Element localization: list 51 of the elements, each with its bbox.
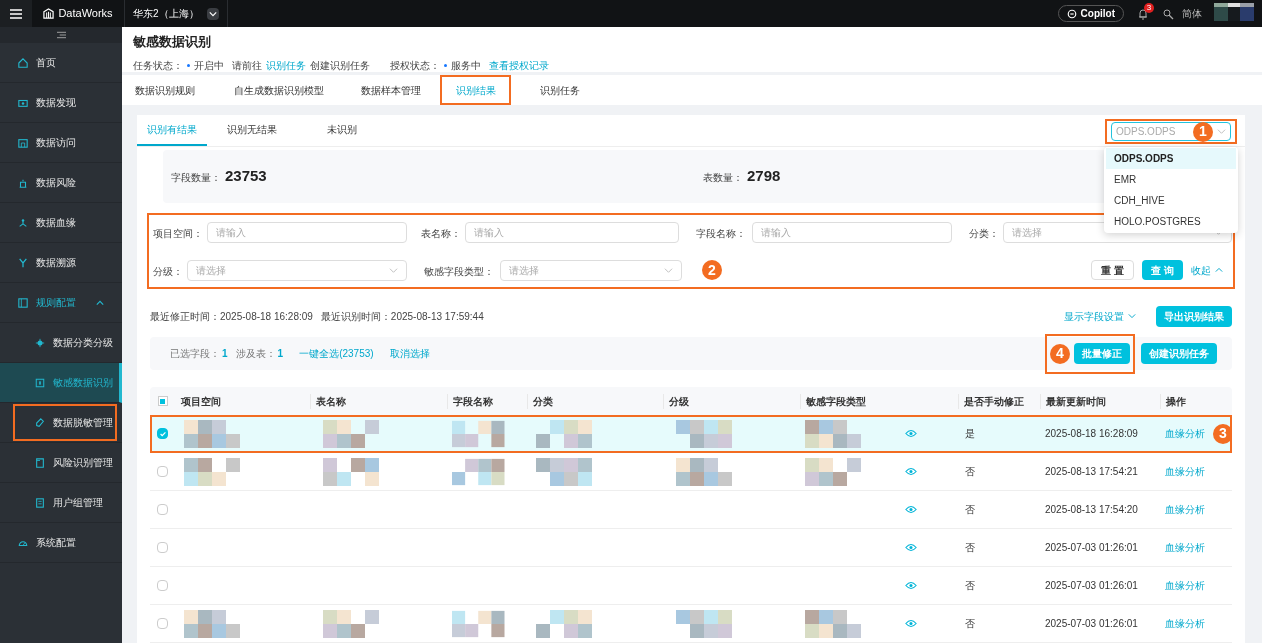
- timestamp-text: 最近修正时间：2025-08-18 16:28:09: [150, 309, 313, 324]
- language-label: 简体: [1182, 7, 1202, 21]
- stat-value: 2798: [747, 166, 781, 187]
- callout-badge: 3: [1213, 423, 1232, 444]
- callout-badge: 1: [1193, 121, 1213, 142]
- timestamp-text: 最近识别时间：2025-08-13 17:59:44: [320, 309, 484, 324]
- table-cell-text: 2025-08-18 16:28:09: [1044, 427, 1139, 441]
- column-header: 是否手动修正: [958, 393, 1040, 409]
- notification-count: 3: [1144, 2, 1154, 13]
- stat-value: 23753: [225, 166, 267, 187]
- column-header: 项目空间: [180, 394, 222, 409]
- table-cell-text: 否: [964, 541, 976, 555]
- field-label: 分级：: [153, 266, 183, 277]
- column-header: 表名称: [310, 393, 447, 409]
- stat-label: 表数量：: [703, 171, 743, 186]
- table-cell-text: 2025-07-03 01:26:01: [1044, 541, 1139, 555]
- table-cell-text: 2025-07-03 01:26:01: [1044, 617, 1139, 631]
- selection-label: 涉及表：: [235, 347, 276, 361]
- callout-badge: 4: [1050, 343, 1070, 364]
- table-cell-text: 否: [964, 617, 976, 631]
- column-header: 操作: [1160, 393, 1232, 409]
- status-value: 服务中: [451, 58, 481, 73]
- field-label: 敏感字段类型：: [424, 266, 494, 277]
- table-cell-text: 否: [964, 465, 976, 479]
- table-cell-text: 2025-07-03 01:26:01: [1044, 579, 1139, 593]
- page-title: 敏感数据识别: [133, 33, 212, 51]
- field-label: 字段名称：: [696, 228, 746, 239]
- column-header: 敏感字段类型: [800, 393, 900, 409]
- table-cell-text: 2025-08-13 17:54:21: [1044, 465, 1139, 479]
- callout-badge: 2: [702, 260, 722, 280]
- table-cell-text: 是: [964, 427, 976, 441]
- hint-text: 创建识别任务: [310, 58, 370, 73]
- column-header: 最新更新时间: [1040, 393, 1160, 409]
- column-header: 字段名称: [447, 393, 527, 409]
- column-header: 分级: [663, 393, 800, 409]
- status-value: 开启中: [194, 58, 224, 73]
- selection-count: 1: [277, 347, 284, 361]
- field-label: 表名称：: [421, 228, 461, 239]
- status-label: 授权状态：: [390, 58, 440, 73]
- table-cell-text: 否: [964, 579, 976, 593]
- field-label: 分类：: [969, 228, 999, 239]
- stat-label: 字段数量：: [171, 171, 221, 186]
- table-cell-text: 2025-08-13 17:54:20: [1044, 503, 1139, 517]
- status-label: 任务状态：: [133, 58, 183, 73]
- product-name: DataWorks: [58, 6, 113, 22]
- field-label: 项目空间：: [153, 228, 203, 239]
- selection-count: 1: [222, 347, 228, 361]
- hint-text: 请前往: [232, 58, 262, 73]
- column-header: 分类: [527, 393, 663, 409]
- selection-label: 已选字段：: [170, 347, 220, 361]
- table-cell-text: 否: [964, 503, 976, 517]
